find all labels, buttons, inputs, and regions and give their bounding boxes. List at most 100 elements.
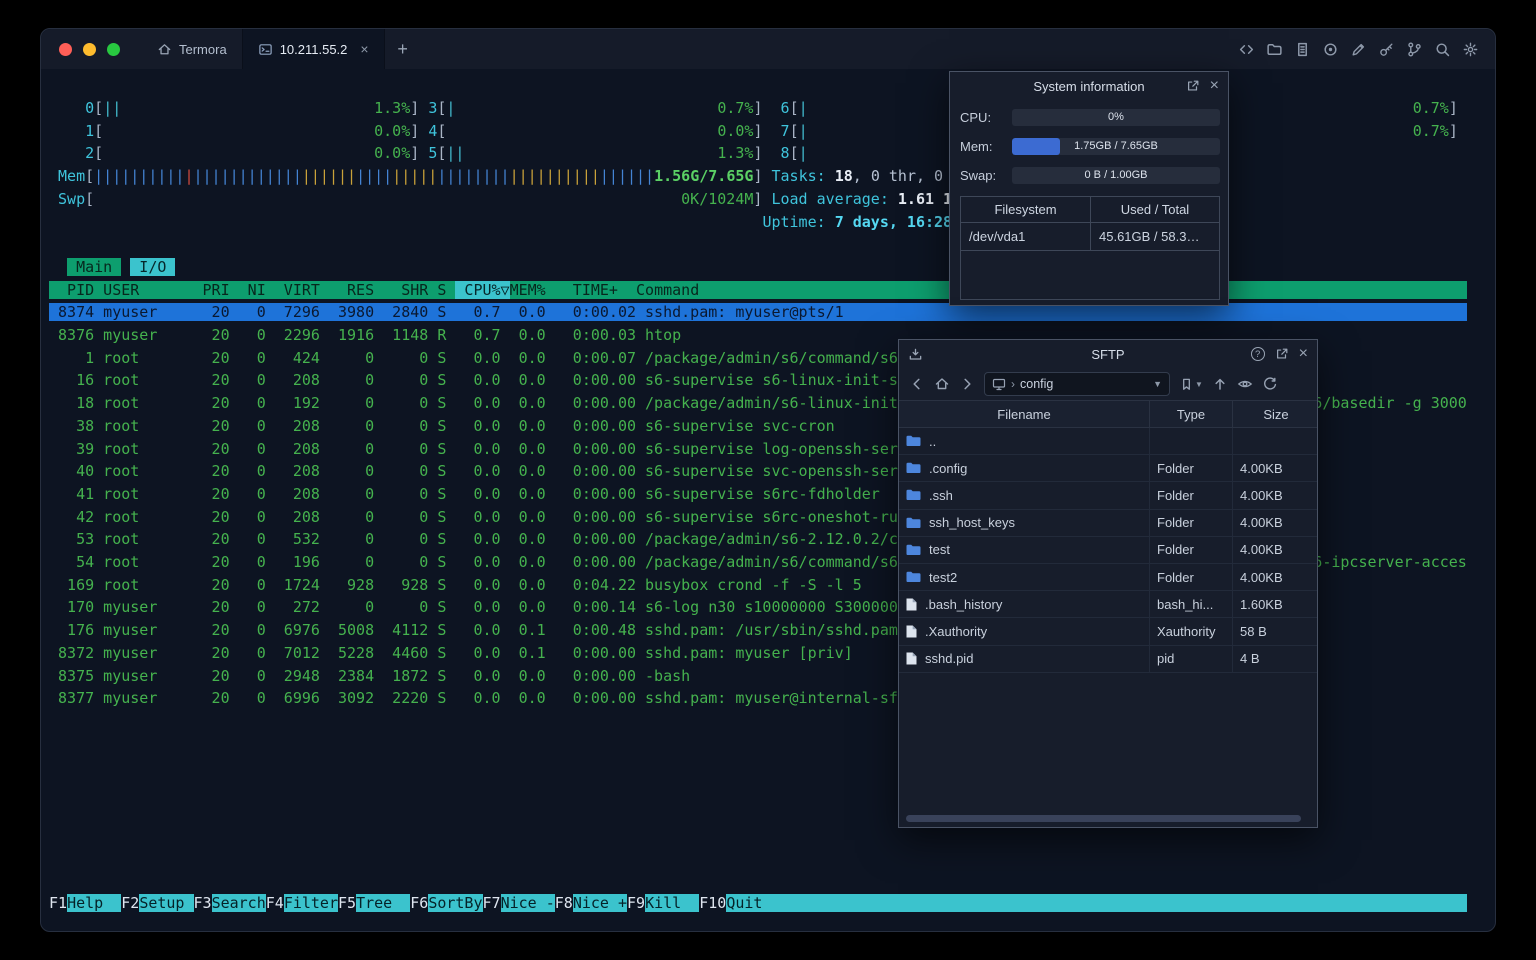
tab-ssh-session[interactable]: 10.211.55.2 ×: [241, 29, 385, 69]
process-row-text[interactable]: 41 root 20 0 208 0 0 S 0.0 0.0 0:00.00 s…: [49, 485, 880, 503]
branch-icon[interactable]: [1406, 41, 1423, 58]
sftp-file-row[interactable]: .ssh Folder 4.00KB: [899, 482, 1317, 510]
close-icon[interactable]: ×: [1299, 346, 1308, 362]
fkey-action[interactable]: Nice -: [500, 893, 555, 912]
process-row[interactable]: 8374 myuser 20 0 7296 3980 2840 S 0.7 0.…: [49, 301, 1467, 324]
column-size[interactable]: Size: [1232, 401, 1319, 427]
file-size: 4.00KB: [1232, 563, 1317, 591]
desktop: { "window": { "tabs": [ { "label": "Term…: [0, 0, 1536, 960]
process-row-text[interactable]: 38 root 20 0 208 0 0 S 0.0 0.0 0:00.00 s…: [49, 417, 835, 435]
process-row-text[interactable]: 39 root 20 0 208 0 0 S 0.0 0.0 0:00.00 s…: [49, 440, 925, 458]
open-in-new-window-icon[interactable]: [1275, 347, 1289, 361]
fkey-number[interactable]: F10: [699, 894, 726, 912]
process-row-text[interactable]: 40 root 20 0 208 0 0 S 0.0 0.0 0:00.00 s…: [49, 462, 925, 480]
code-icon[interactable]: [1238, 41, 1255, 58]
process-row-text[interactable]: 8377 myuser 20 0 6996 3092 2220 S 0.0 0.…: [49, 689, 916, 707]
folder-icon[interactable]: [1266, 41, 1283, 58]
fkey-number[interactable]: F3: [194, 894, 212, 912]
sort-column-cpu[interactable]: CPU%▽: [455, 280, 510, 299]
fkey-number[interactable]: F6: [410, 894, 428, 912]
fkey-number[interactable]: F7: [483, 894, 501, 912]
sftp-file-row[interactable]: .config Folder 4.00KB: [899, 455, 1317, 483]
fkey-action[interactable]: Search: [211, 893, 266, 912]
fkey-action[interactable]: Setup: [139, 893, 194, 912]
file-size: 4.00KB: [1232, 455, 1317, 482]
htop-tab-main[interactable]: Main: [67, 257, 122, 276]
cpu-usage-bar: 0%: [1012, 109, 1220, 126]
maximize-window-button[interactable]: [107, 42, 120, 56]
log-icon[interactable]: [1294, 41, 1311, 58]
settings-icon[interactable]: [1462, 41, 1479, 58]
bookmark-icon: [1183, 378, 1190, 390]
sftp-file-row[interactable]: .bash_history bash_hi... 1.60KB: [899, 591, 1317, 619]
download-tray-icon[interactable]: [908, 347, 923, 362]
back-icon[interactable]: [909, 376, 925, 392]
bookmark-button[interactable]: ▼: [1179, 377, 1203, 392]
path-breadcrumb[interactable]: › config ▼: [984, 372, 1170, 396]
up-icon[interactable]: [1212, 376, 1228, 392]
process-row-text[interactable]: 8375 myuser 20 0 2948 2384 1872 S 0.0 0.…: [49, 667, 690, 685]
mem-meter-value: 1.56G/7.65G: [654, 167, 754, 186]
fkey-number[interactable]: F5: [338, 894, 356, 912]
column-type[interactable]: Type: [1149, 401, 1232, 427]
horizontal-scrollbar[interactable]: [906, 815, 1301, 822]
fkey-action[interactable]: Tree: [356, 893, 411, 912]
record-icon[interactable]: [1322, 41, 1339, 58]
sftp-file-row[interactable]: sshd.pid pid 4 B: [899, 645, 1317, 673]
home-icon[interactable]: [934, 376, 950, 392]
sftp-file-row[interactable]: ssh_host_keys Folder 4.00KB: [899, 509, 1317, 537]
fkey-number[interactable]: F1: [49, 894, 67, 912]
file-name: test2: [929, 569, 958, 585]
fkey-number[interactable]: F4: [266, 894, 284, 912]
close-icon[interactable]: ×: [1210, 78, 1219, 94]
tab-termora[interactable]: Termora: [142, 29, 242, 69]
file-size: [1232, 428, 1317, 455]
chevron-down-icon[interactable]: ▼: [1153, 379, 1162, 389]
eye-icon[interactable]: [1237, 376, 1253, 392]
fkey-action[interactable]: SortBy: [428, 893, 483, 912]
process-row-text[interactable]: 169 root 20 0 1724 928 928 S 0.0 0.0 0:0…: [49, 576, 862, 594]
file-type: Folder: [1149, 455, 1232, 482]
file-type: Folder: [1149, 536, 1232, 563]
chevron-down-icon: ▼: [1195, 379, 1203, 389]
edit-icon[interactable]: [1350, 41, 1367, 58]
process-row-text[interactable]: 42 root 20 0 208 0 0 S 0.0 0.0 0:00.00 s…: [49, 508, 934, 526]
process-row-text[interactable]: 8376 myuser 20 0 2296 1916 1148 R 0.7 0.…: [49, 326, 681, 344]
filesystem-row[interactable]: /dev/vda1 45.61GB / 58.3…: [961, 223, 1219, 251]
fkey-action[interactable]: Help: [67, 893, 122, 912]
file-name-cell: .Xauthority: [899, 618, 1149, 644]
search-icon[interactable]: [1434, 41, 1451, 58]
column-headers-left[interactable]: PID USER PRI NI VIRT RES SHR S: [49, 280, 456, 299]
close-window-button[interactable]: [59, 42, 72, 56]
fkey-action[interactable]: Nice +: [572, 893, 627, 912]
new-tab-button[interactable]: +: [385, 29, 421, 69]
cpu-meter-label: 6: [780, 99, 790, 117]
sftp-file-row[interactable]: ..: [899, 428, 1317, 456]
sftp-file-row[interactable]: .Xauthority Xauthority 58 B: [899, 618, 1317, 646]
help-icon[interactable]: ?: [1250, 347, 1265, 361]
fkey-action[interactable]: Quit: [726, 893, 781, 912]
minimize-window-button[interactable]: [83, 42, 96, 56]
fkey-number[interactable]: F9: [627, 894, 645, 912]
file-name-cell: .bash_history: [899, 591, 1149, 617]
sftp-file-row[interactable]: test2 Folder 4.00KB: [899, 563, 1317, 592]
column-filename[interactable]: Filename: [899, 401, 1149, 427]
sftp-file-row[interactable]: test Folder 4.00KB: [899, 536, 1317, 564]
process-table-header[interactable]: PID USER PRI NI VIRT RES SHR S CPU%▽MEM%…: [49, 279, 1467, 302]
htop-tab-io[interactable]: I/O: [130, 257, 176, 276]
process-row-text[interactable]: 8374 myuser 20 0 7296 3980 2840 S 0.7 0.…: [49, 303, 1467, 322]
fkey-number[interactable]: F8: [555, 894, 573, 912]
dialog-titlebar: SFTP ? ×: [899, 340, 1317, 368]
fkey-action[interactable]: Filter: [283, 893, 338, 912]
fkey-number[interactable]: F2: [121, 894, 139, 912]
open-in-new-window-icon[interactable]: [1186, 79, 1200, 93]
refresh-icon[interactable]: [1262, 376, 1278, 392]
process-row-text[interactable]: 8372 myuser 20 0 7012 5228 4460 S 0.0 0.…: [49, 644, 853, 662]
forward-icon[interactable]: [959, 376, 975, 392]
process-row-text[interactable]: 16 root 20 0 208 0 0 S 0.0 0.0 0:00.00 s…: [49, 371, 970, 389]
key-icon[interactable]: [1378, 41, 1395, 58]
function-key-bar[interactable]: F1Help F2Setup F3SearchF4FilterF5Tree F6…: [49, 892, 1467, 915]
close-tab-icon[interactable]: ×: [360, 42, 368, 56]
fkey-action[interactable]: Kill: [645, 893, 700, 912]
htop-tab-bar[interactable]: Main I/O: [49, 256, 1467, 279]
